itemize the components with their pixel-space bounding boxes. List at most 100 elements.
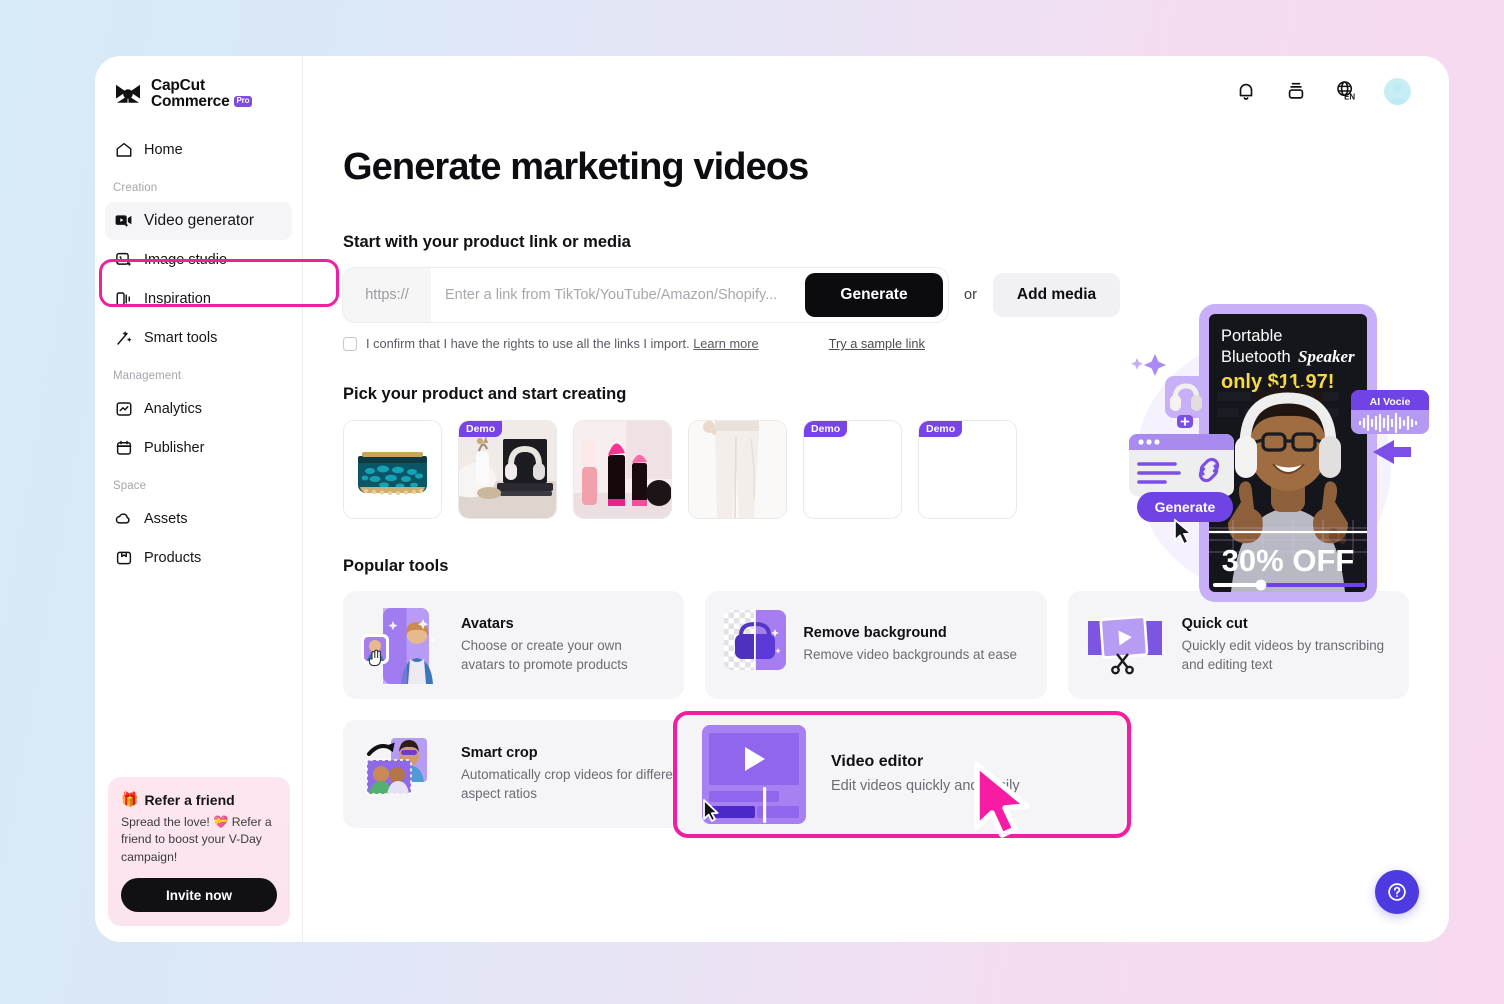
- link-input-box: https:// Generate: [343, 268, 948, 322]
- add-media-button[interactable]: Add media: [992, 273, 1121, 317]
- question-mark-icon: [1388, 883, 1406, 901]
- top-bar: EN: [303, 56, 1449, 126]
- sidebar-item-analytics[interactable]: Analytics: [105, 390, 292, 428]
- product-link-input[interactable]: [431, 268, 805, 322]
- sidebar-group-space: Space: [113, 479, 147, 492]
- page-title: Generate marketing videos: [343, 146, 809, 188]
- sidebar-group-management: Management: [113, 369, 182, 382]
- sidebar-item-label: Home: [144, 141, 183, 158]
- tool-card-avatars[interactable]: Avatars Choose or create your own avatar…: [343, 591, 685, 699]
- sidebar-item-label: Analytics: [144, 400, 203, 417]
- brand-line-2: Commerce: [151, 93, 230, 111]
- products-icon: [114, 548, 133, 567]
- sidebar-group-creation: Creation: [113, 181, 158, 194]
- tool-title: Video editor: [831, 753, 924, 770]
- confirm-rights-text: I confirm that I have the rights to use …: [366, 336, 759, 351]
- sidebar-item-label: Inspiration: [144, 290, 211, 307]
- sidebar-item-label: Products: [144, 549, 202, 566]
- hero-headline-line2a: Bluetooth: [1221, 348, 1291, 366]
- sidebar-item-smart-tools[interactable]: Smart tools: [105, 319, 292, 357]
- smart-tools-icon: [114, 328, 133, 347]
- learn-more-link[interactable]: Learn more: [693, 336, 758, 351]
- sidebar: CapCut Commerce Pro Home Creation Video: [95, 56, 339, 942]
- assets-cloud-icon: [114, 509, 133, 528]
- bell-icon[interactable]: [1234, 79, 1258, 103]
- brand-line-1: CapCut: [151, 77, 205, 94]
- hero-ai-voice-label: AI Vocie: [1370, 396, 1411, 408]
- product-card-lipstick-set[interactable]: [573, 420, 672, 519]
- quick-cut-thumb: [1086, 607, 1166, 683]
- tool-description: Automatically crop videos for different …: [461, 767, 685, 801]
- tool-description: Choose or create your own avatars to pro…: [461, 638, 628, 672]
- hero-headline-line1: Portable: [1221, 327, 1282, 345]
- product-card-sequin-clutch-bag[interactable]: [343, 420, 442, 519]
- sidebar-nav: Home Creation Video generator Image stud…: [95, 131, 302, 577]
- hero-illustration: Portable Bluetooth Speaker only $11.97!: [1113, 296, 1443, 616]
- tool-title: Smart crop: [461, 745, 538, 761]
- tool-card-video-editor[interactable]: Video editor Edit videos quickly and eas…: [673, 711, 1131, 838]
- user-avatar[interactable]: [1384, 77, 1411, 105]
- video-generator-icon: [114, 211, 133, 230]
- refer-title-text: Refer a friend: [144, 791, 235, 808]
- smart-crop-thumb: [361, 736, 445, 812]
- home-icon: [114, 140, 133, 159]
- or-separator-label: or: [964, 287, 977, 303]
- confirm-rights-row: I confirm that I have the rights to use …: [343, 336, 948, 351]
- demo-badge: Demo: [804, 421, 848, 437]
- help-button[interactable]: [1375, 870, 1419, 914]
- globe-icon[interactable]: EN: [1334, 79, 1358, 103]
- tool-description: Remove video backgrounds at ease: [803, 647, 1017, 663]
- product-card-empty-demo-1[interactable]: Demo: [803, 420, 902, 519]
- product-card-white-pants[interactable]: [688, 420, 787, 519]
- sidebar-item-products[interactable]: Products: [105, 539, 292, 577]
- link-section-heading: Start with your product link or media: [343, 233, 631, 251]
- popular-tools-row-2: Smart crop Automatically crop videos for…: [343, 711, 1409, 838]
- tool-title: Quick cut: [1181, 616, 1248, 632]
- content-area: Generate marketing videos Start with you…: [303, 146, 1449, 838]
- sidebar-item-label: Assets: [144, 510, 188, 527]
- product-card-headphones-desk[interactable]: Demo: [458, 420, 557, 519]
- sidebar-item-publisher[interactable]: Publisher: [105, 429, 292, 467]
- main-content: EN Generate marketing videos Start with …: [303, 56, 1449, 942]
- hero-generate-label: Generate: [1155, 499, 1216, 515]
- invite-now-button[interactable]: Invite now: [121, 878, 277, 912]
- sidebar-item-label: Image studio: [144, 251, 228, 268]
- white-pants-image: [689, 421, 786, 518]
- refer-a-friend-card: 🎁 Refer a friend Spread the love! 💝 Refe…: [108, 777, 290, 926]
- try-sample-link[interactable]: Try a sample link: [829, 336, 925, 351]
- generate-button[interactable]: Generate: [805, 273, 943, 317]
- product-card-empty-demo-2[interactable]: Demo: [918, 420, 1017, 519]
- demo-badge: Demo: [459, 421, 503, 437]
- confirm-rights-label: I confirm that I have the rights to use …: [366, 336, 690, 351]
- video-editor-thumb: [695, 722, 813, 827]
- sidebar-item-inspiration[interactable]: Inspiration: [105, 280, 292, 318]
- language-label: EN: [1344, 92, 1355, 101]
- sidebar-item-video-generator[interactable]: Video generator: [105, 201, 292, 240]
- refer-body-text: Spread the love! 💝 Refer a friend to boo…: [121, 815, 272, 864]
- gift-icon: 🎁: [121, 791, 139, 808]
- tool-title: Remove background: [803, 625, 947, 642]
- sidebar-item-image-studio[interactable]: Image studio: [105, 241, 292, 279]
- sidebar-item-assets[interactable]: Assets: [105, 500, 292, 538]
- app-window: CapCut Commerce Pro Home Creation Video: [95, 56, 1449, 942]
- sidebar-item-label: Publisher: [144, 439, 205, 456]
- tool-card-smart-crop[interactable]: Smart crop Automatically crop videos for…: [343, 720, 703, 828]
- tool-card-remove-background[interactable]: Remove background Remove video backgroun…: [705, 591, 1047, 699]
- sequin-clutch-bag-image: [344, 421, 441, 518]
- hero-headline-line2b: Speaker: [1298, 347, 1355, 366]
- sidebar-item-home[interactable]: Home: [105, 131, 292, 169]
- https-prefix-label: https://: [343, 268, 431, 322]
- capcut-logo-icon: [116, 85, 140, 104]
- publisher-icon: [114, 438, 133, 457]
- tool-description: Quickly edit videos by transcribing and …: [1181, 638, 1385, 672]
- inspiration-icon: [114, 289, 133, 308]
- sidebar-item-label: Smart tools: [144, 329, 218, 346]
- confirm-rights-checkbox[interactable]: [343, 336, 357, 351]
- stack-icon[interactable]: [1284, 79, 1308, 103]
- image-studio-icon: [114, 250, 133, 269]
- tool-description: Edit videos quickly and easily: [831, 778, 1020, 794]
- sidebar-item-label: Video generator: [144, 211, 255, 229]
- brand-logo-block[interactable]: CapCut Commerce Pro: [95, 56, 302, 111]
- demo-badge: Demo: [919, 421, 963, 437]
- analytics-icon: [114, 399, 133, 418]
